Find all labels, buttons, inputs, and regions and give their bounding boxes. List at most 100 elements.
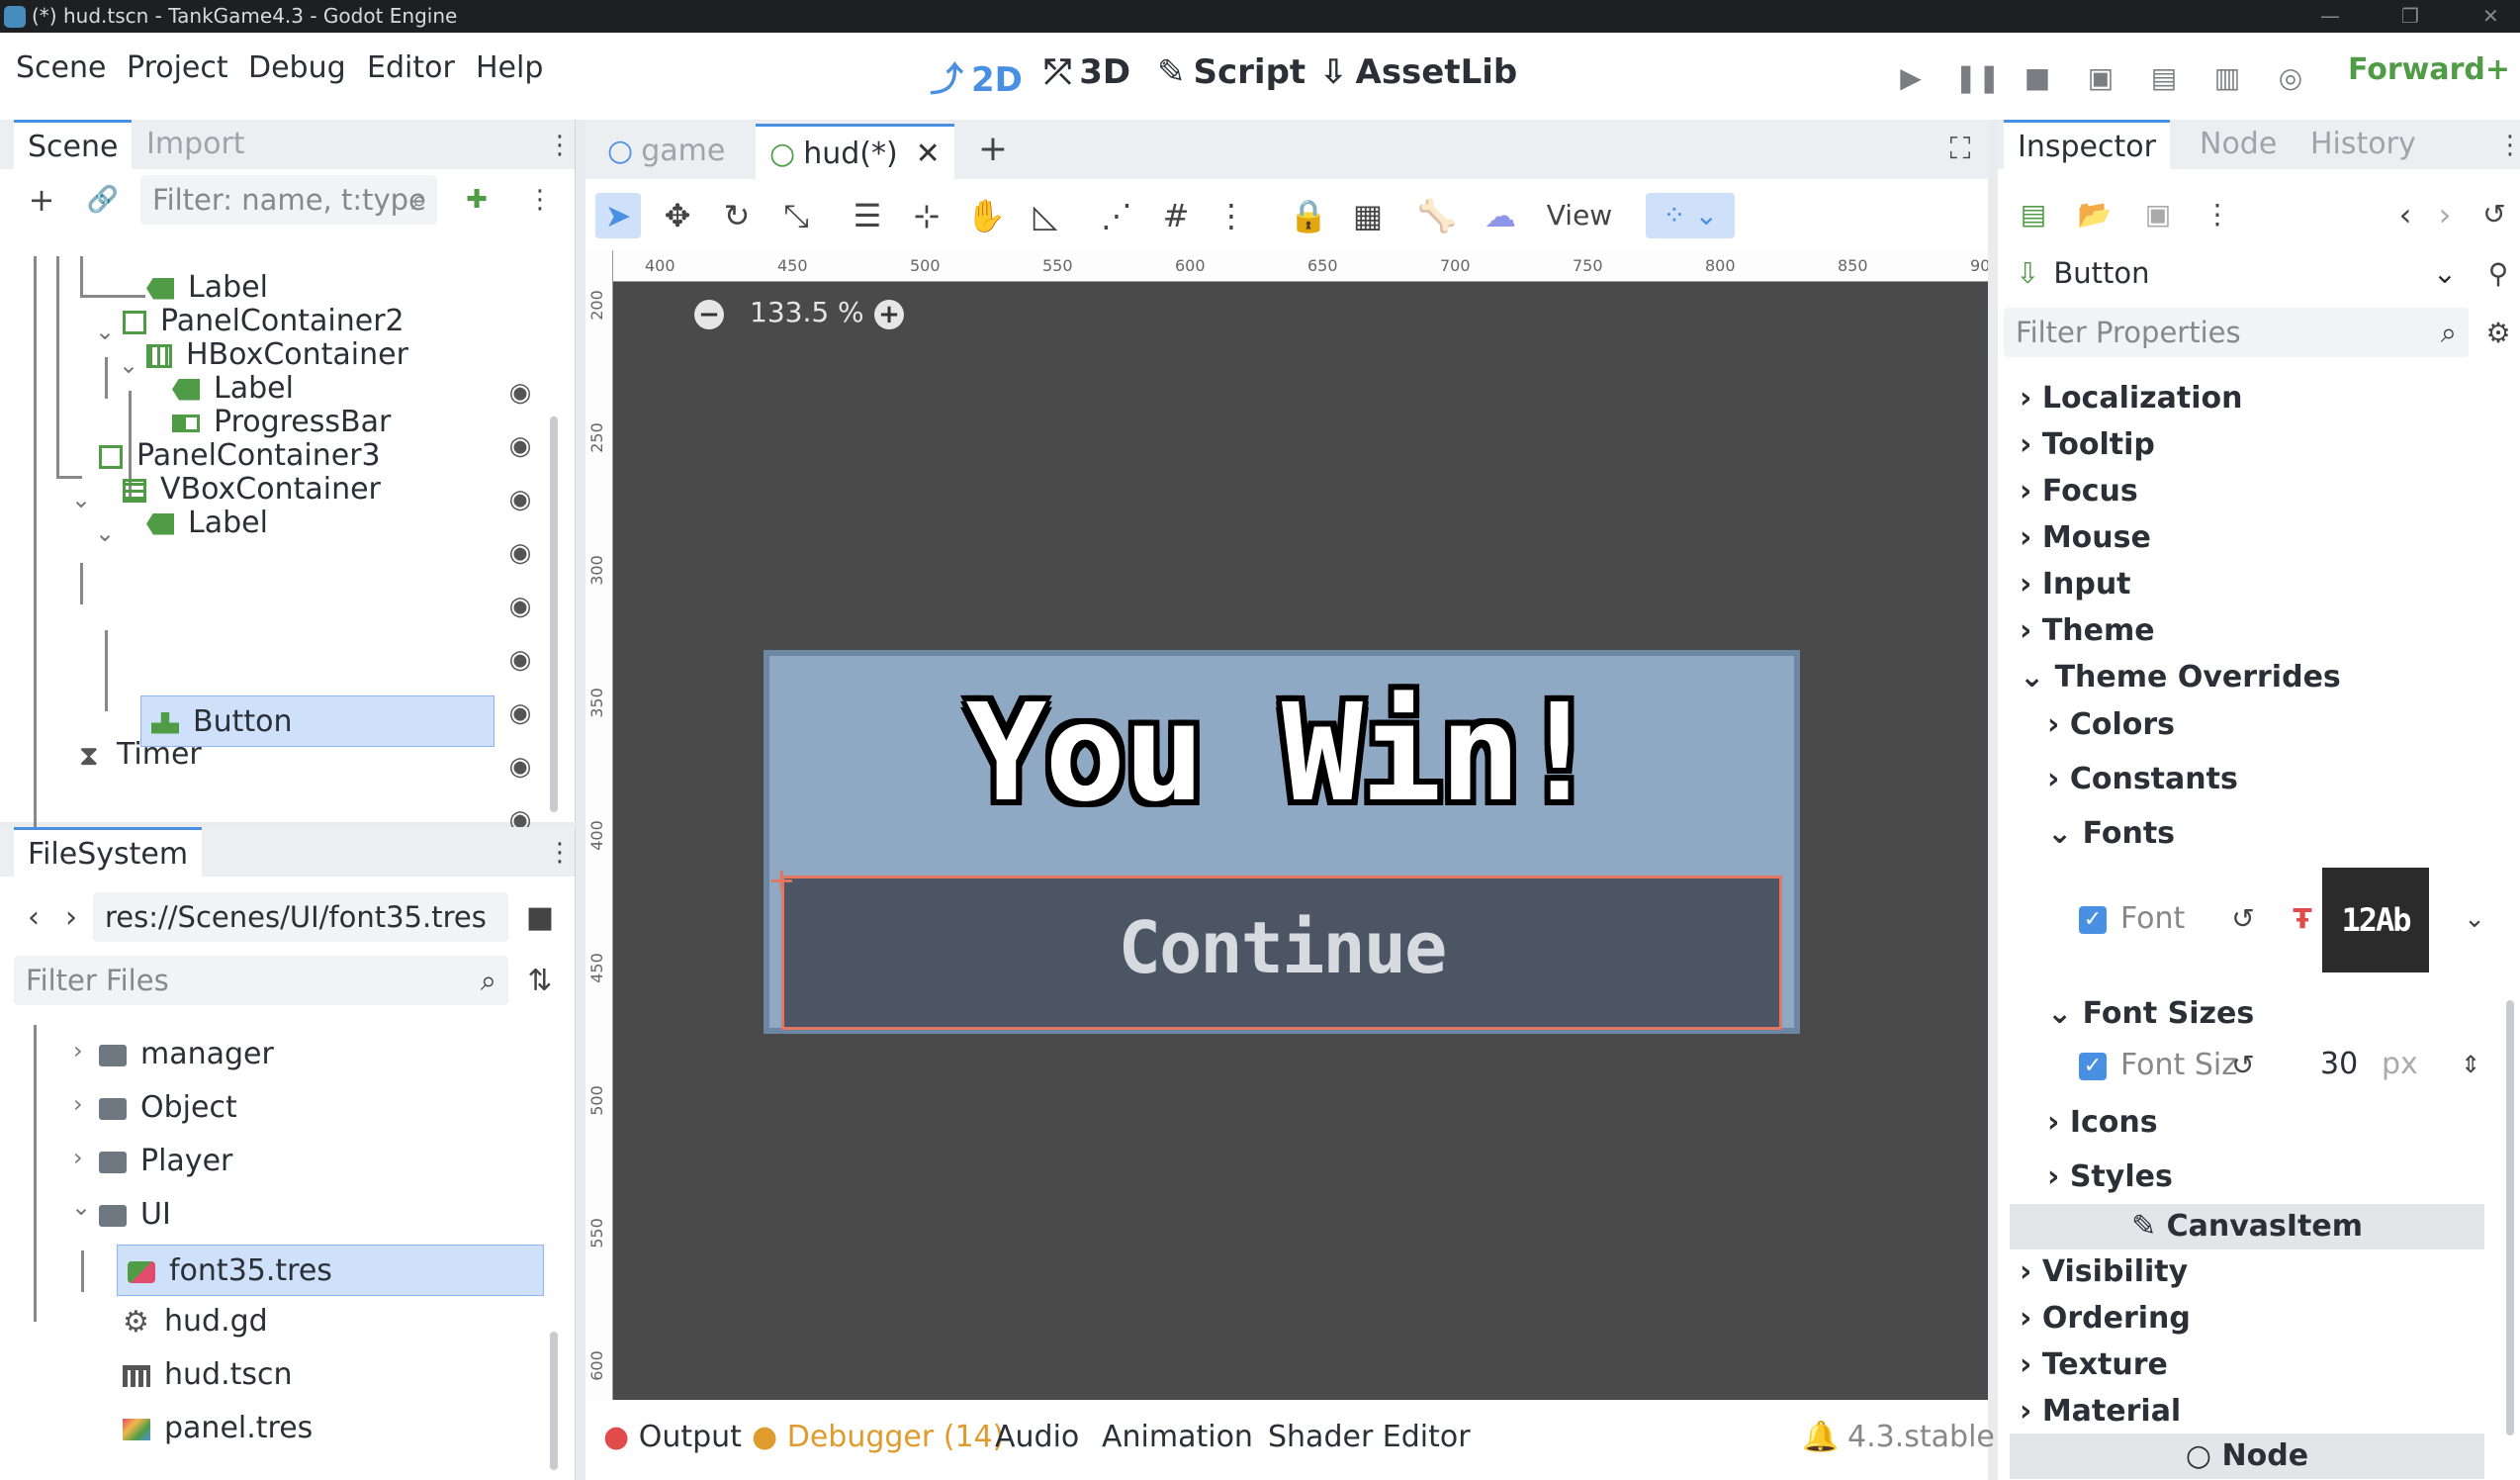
list-selection-icon[interactable]: ☰: [845, 193, 890, 238]
pan-mode-icon[interactable]: ✋: [963, 193, 1009, 238]
mode-3d-button[interactable]: ⤱ 3D: [1044, 52, 1130, 92]
notifications-bell-icon[interactable]: 🔔: [1802, 1420, 1839, 1454]
output-tab[interactable]: ● Output: [603, 1420, 742, 1454]
dock-menu-icon[interactable]: ⋮: [538, 124, 582, 167]
split-mode-icon[interactable]: ■: [518, 896, 562, 940]
scene-more-icon[interactable]: ⋮: [518, 178, 562, 222]
scene-scrollbar[interactable]: [550, 416, 558, 812]
debugger-tab[interactable]: ● Debugger (14): [752, 1420, 1004, 1454]
zoom-out-icon[interactable]: −: [694, 300, 724, 329]
node-section[interactable]: ○ Node: [2010, 1434, 2484, 1479]
add-node-icon[interactable]: +: [20, 178, 63, 222]
collapse-chevron-icon[interactable]: ⌄: [71, 1193, 91, 1221]
resource-menu-icon[interactable]: ⋮: [2196, 193, 2239, 236]
font-size-spinbox[interactable]: 30 px ⇕: [2273, 1040, 2480, 1089]
inspector-scrollbar[interactable]: [2506, 1000, 2514, 1435]
subgroup-font-sizes[interactable]: ⌄ Font Sizes: [2047, 996, 2254, 1031]
instance-scene-icon[interactable]: 🔗: [81, 178, 125, 222]
minimize-icon[interactable]: —: [2320, 0, 2340, 33]
sort-icon[interactable]: ⇅: [518, 960, 562, 1003]
smart-snap-icon[interactable]: ⋰: [1094, 193, 1139, 238]
expand-chevron-icon[interactable]: ›: [73, 1090, 83, 1118]
visibility-eye-icon[interactable]: ◉: [505, 752, 535, 782]
menu-editor[interactable]: Editor: [367, 50, 455, 85]
folder-player[interactable]: Player: [99, 1136, 232, 1187]
group-texture[interactable]: › Texture: [2020, 1347, 2168, 1382]
filter-properties-input[interactable]: Filter Properties ⌕: [2004, 308, 2469, 357]
history-forward-icon[interactable]: ›: [2423, 193, 2467, 236]
history-back-icon[interactable]: ‹: [2384, 193, 2427, 236]
file-panel-tres[interactable]: panel.tres: [123, 1403, 313, 1454]
folder-manager[interactable]: manager: [99, 1029, 274, 1080]
menu-debug[interactable]: Debug: [248, 50, 346, 85]
font-size-property[interactable]: ✓ Font Siz: [2079, 1048, 2237, 1082]
play-scene-icon[interactable]: ▤: [2144, 58, 2184, 98]
visibility-eye-icon[interactable]: ◉: [505, 698, 535, 728]
group-input[interactable]: › Input: [2020, 567, 2131, 601]
file-font35-tres[interactable]: font35.tres: [117, 1245, 544, 1296]
renderer-selector[interactable]: Forward+ ⌄: [2348, 52, 2520, 87]
recent-history-icon[interactable]: ↺: [2473, 193, 2516, 236]
continue-button[interactable]: Continue: [781, 876, 1782, 1030]
close-window-icon[interactable]: ✕: [2482, 0, 2499, 33]
folder-ui[interactable]: UI: [99, 1189, 171, 1241]
tab-import[interactable]: Import: [133, 120, 259, 169]
filesystem-scrollbar[interactable]: [550, 1332, 558, 1470]
spin-arrows-icon[interactable]: ⇕: [2461, 1040, 2480, 1089]
expand-chevron-icon[interactable]: ›: [73, 1037, 83, 1064]
subgroup-icons[interactable]: › Icons: [2047, 1105, 2158, 1140]
snap-options-icon[interactable]: ⋮: [1209, 193, 1254, 238]
save-resource-icon[interactable]: ▣: [2136, 193, 2180, 236]
camera-override-icon[interactable]: ☁: [1478, 193, 1523, 238]
attach-script-icon[interactable]: ✚: [455, 178, 498, 222]
visibility-eye-icon[interactable]: ◉: [505, 431, 535, 461]
collapse-chevron-icon[interactable]: ⌄: [95, 318, 115, 345]
visibility-eye-icon[interactable]: ◉: [505, 645, 535, 675]
visibility-eye-icon[interactable]: ◉: [505, 485, 535, 514]
group-theme[interactable]: › Theme: [2020, 613, 2155, 648]
menu-help[interactable]: Help: [476, 50, 543, 85]
subgroup-colors[interactable]: › Colors: [2047, 707, 2175, 742]
pivot-cross-icon[interactable]: +: [767, 864, 796, 897]
zoom-in-icon[interactable]: +: [874, 300, 904, 329]
subgroup-fonts[interactable]: ⌄ Fonts: [2047, 816, 2175, 851]
ruler-mode-icon[interactable]: ◺: [1023, 193, 1068, 238]
font-property[interactable]: ✓ Font: [2079, 901, 2185, 936]
canvasitem-section[interactable]: ✎ CanvasItem: [2010, 1204, 2484, 1249]
distraction-free-icon[interactable]: ⛶: [1938, 128, 1982, 171]
forward-icon[interactable]: ›: [49, 896, 93, 940]
menu-project[interactable]: Project: [127, 50, 228, 85]
visibility-eye-icon[interactable]: ◉: [505, 378, 535, 408]
close-tab-icon[interactable]: ✕: [916, 137, 941, 171]
tab-filesystem[interactable]: FileSystem: [14, 827, 203, 877]
menu-scene[interactable]: Scene: [16, 50, 106, 85]
collapse-chevron-icon[interactable]: ⌄: [95, 519, 115, 547]
tab-hud[interactable]: ○ hud(*) ✕: [756, 124, 954, 179]
dock-menu-icon[interactable]: ⋮: [2488, 124, 2520, 167]
scale-mode-icon[interactable]: ⤡: [773, 193, 819, 238]
object-properties-icon[interactable]: ⚲: [2476, 252, 2520, 296]
mode-2d-button[interactable]: ⤴ 2D: [930, 52, 1023, 101]
pivot-mode-icon[interactable]: ⊹: [904, 193, 949, 238]
tree-node-timer[interactable]: ⧗ Timer: [79, 729, 202, 781]
open-folder-icon[interactable]: 📂: [2073, 193, 2116, 236]
audio-tab[interactable]: Audio: [995, 1420, 1079, 1454]
group-icon[interactable]: ▦: [1345, 193, 1391, 238]
group-ordering[interactable]: › Ordering: [2020, 1301, 2191, 1336]
group-focus[interactable]: › Focus: [2020, 474, 2138, 509]
rotate-mode-icon[interactable]: ↻: [714, 193, 760, 238]
new-tab-icon[interactable]: +: [971, 128, 1015, 171]
revert-icon[interactable]: ↺: [2221, 897, 2265, 941]
group-material[interactable]: › Material: [2020, 1394, 2181, 1429]
zoom-level[interactable]: 133.5 %: [750, 296, 864, 328]
move-mode-icon[interactable]: ✥: [655, 193, 700, 238]
new-resource-icon[interactable]: ▤: [2012, 193, 2055, 236]
property-options-icon[interactable]: ⚙: [2476, 312, 2520, 355]
anchor-presets-icon[interactable]: ⁘ ⌄: [1646, 193, 1735, 238]
font-override-checkbox[interactable]: ✓: [2079, 905, 2107, 934]
tab-history[interactable]: History: [2296, 120, 2430, 169]
visibility-eye-icon[interactable]: ◉: [505, 538, 535, 568]
visibility-eye-icon[interactable]: ◉: [505, 592, 535, 621]
group-localization[interactable]: › Localization: [2020, 381, 2242, 416]
win-panel[interactable]: You Win! Continue +: [764, 650, 1800, 1034]
